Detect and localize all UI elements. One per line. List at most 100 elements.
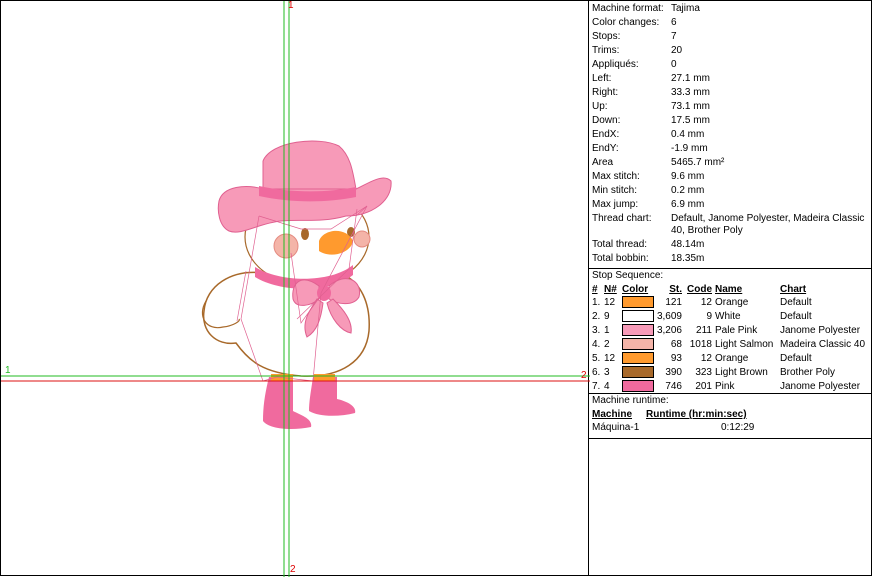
stop-needle: 9 xyxy=(604,311,610,322)
stop-index: 2. xyxy=(592,311,601,322)
stop-code: 1018 xyxy=(689,339,712,350)
runtime-row: Máquina-1 0:12:29 xyxy=(592,421,759,435)
right-cheek xyxy=(353,230,371,248)
stop-color-swatch xyxy=(622,380,654,393)
stop-color-cell xyxy=(622,310,656,324)
stop-chart: Default xyxy=(780,297,812,308)
machine-runtime-table: Machine Runtime (hr:min:sec) Máquina-1 0:… xyxy=(592,408,759,435)
stop-stitches: 3,609 xyxy=(656,311,682,322)
stop-code: 323 xyxy=(695,367,712,378)
info-row: Max stitch: 9.6 mm xyxy=(589,170,871,184)
stop-row: 7. 4 746 201 Pink Janome Polyester xyxy=(592,380,865,394)
info-value: 6.9 mm xyxy=(671,199,705,210)
info-row: Total thread: 48.14m xyxy=(589,238,871,252)
stop-stitches: 121 xyxy=(665,297,682,308)
info-row: Machine format: Tajima xyxy=(589,2,871,16)
info-key: Trims: xyxy=(592,45,620,56)
info-row: Trims: 20 xyxy=(589,44,871,58)
col-runtime: Runtime (hr:min:sec) xyxy=(646,409,747,420)
info-row: Appliqués: 0 xyxy=(589,58,871,72)
stop-color-swatch xyxy=(622,324,654,337)
axis-label-right: 2 xyxy=(581,370,587,381)
info-value: 6 xyxy=(671,17,677,28)
info-value: 48.14m xyxy=(671,239,705,250)
col-code: Code xyxy=(687,284,712,295)
info-key: Color changes: xyxy=(592,17,660,28)
stop-row: 1. 12 121 12 Orange Default xyxy=(592,296,865,310)
left-cheek xyxy=(273,233,299,259)
stop-color-swatch xyxy=(622,338,654,351)
info-value: Tajima xyxy=(671,3,700,14)
info-row: Total bobbin: 18.35m xyxy=(589,252,871,266)
axis-label-bottom: 2 xyxy=(290,564,296,575)
info-row: Thread chart: Default, Janome Polyester, … xyxy=(589,212,871,238)
design-info-panel: Machine format: Tajima Color changes: 6 Stop… xyxy=(589,0,872,576)
stop-name: White xyxy=(715,311,741,322)
stop-color-cell xyxy=(622,338,656,352)
stop-chart: Brother Poly xyxy=(780,367,836,378)
stop-needle: 3 xyxy=(604,367,610,378)
stop-chart: Madeira Classic 40 xyxy=(780,339,866,350)
stop-code: 201 xyxy=(695,381,712,392)
col-needle: N# xyxy=(604,284,617,295)
stop-code: 12 xyxy=(700,297,712,308)
stop-color-cell xyxy=(622,366,656,380)
info-row: Down: 17.5 mm xyxy=(589,114,871,128)
machine-runtime-section: Machine runtime: Machine Runtime (hr:min… xyxy=(589,394,871,439)
stop-sequence-table: # N# Color St. Code Name Chart 1. 12 121 12… xyxy=(592,283,865,394)
stop-needle: 4 xyxy=(604,381,610,392)
stop-row: 2. 9 3,609 9 White Default xyxy=(592,310,865,324)
hat-crown xyxy=(262,140,357,192)
stop-stitches: 68 xyxy=(670,339,682,350)
stop-index: 3. xyxy=(592,325,601,336)
stop-stitches: 3,206 xyxy=(656,325,682,336)
stop-code: 9 xyxy=(706,311,712,322)
info-key: Max stitch: xyxy=(592,171,640,182)
stop-index: 4. xyxy=(592,339,601,350)
info-key: Down: xyxy=(592,115,621,126)
info-value: 27.1 mm xyxy=(671,73,710,84)
info-row: Stops: 7 xyxy=(589,30,871,44)
stop-row: 6. 3 390 323 Light Brown Brother Poly xyxy=(592,366,865,380)
info-value: 73.1 mm xyxy=(671,101,710,112)
info-row: Color changes: 6 xyxy=(589,16,871,30)
info-key: Thread chart: xyxy=(592,213,652,224)
info-value: 0 xyxy=(671,59,677,70)
axis-label-top: 1 xyxy=(288,0,294,11)
stop-color-swatch xyxy=(622,352,654,365)
info-key: Appliqués: xyxy=(592,59,639,70)
stop-row: 5. 12 93 12 Orange Default xyxy=(592,352,865,366)
info-key: Stops: xyxy=(592,31,621,42)
stop-color-cell xyxy=(622,324,656,338)
axis-label-left: 1 xyxy=(5,365,11,376)
info-row: Up: 73.1 mm xyxy=(589,100,871,114)
stop-name: Orange xyxy=(715,353,749,364)
stop-color-cell xyxy=(622,352,656,366)
info-key: EndY: xyxy=(592,143,619,154)
info-value: 20 xyxy=(671,45,683,56)
info-value: 5465.7 mm² xyxy=(671,157,725,168)
info-value: 7 xyxy=(671,31,677,42)
info-value: 33.3 mm xyxy=(671,87,710,98)
col-machine: Machine xyxy=(592,409,633,420)
info-key: Left: xyxy=(592,73,612,84)
stop-color-cell xyxy=(622,380,656,394)
stop-name: Pink xyxy=(715,381,735,392)
machine-runtime-title: Machine runtime: xyxy=(592,395,669,406)
stop-sequence-title: Stop Sequence: xyxy=(592,270,664,281)
stop-color-swatch xyxy=(622,366,654,379)
info-key: Min stitch: xyxy=(592,185,638,196)
info-value: 9.6 mm xyxy=(671,171,705,182)
stop-color-swatch xyxy=(622,310,654,323)
info-value: 17.5 mm xyxy=(671,115,710,126)
info-row: Min stitch: 0.2 mm xyxy=(589,184,871,198)
runtime-value: 0:12:29 xyxy=(721,422,755,433)
info-key: Right: xyxy=(592,87,619,98)
info-value: -1.9 mm xyxy=(671,143,708,154)
left-boot xyxy=(263,377,312,429)
design-canvas[interactable]: 1 2 1 2 xyxy=(0,0,590,577)
stop-index: 6. xyxy=(592,367,601,378)
embroidery-design-preview xyxy=(1,1,590,577)
col-index: # xyxy=(592,284,598,295)
info-row: Right: 33.3 mm xyxy=(589,86,871,100)
